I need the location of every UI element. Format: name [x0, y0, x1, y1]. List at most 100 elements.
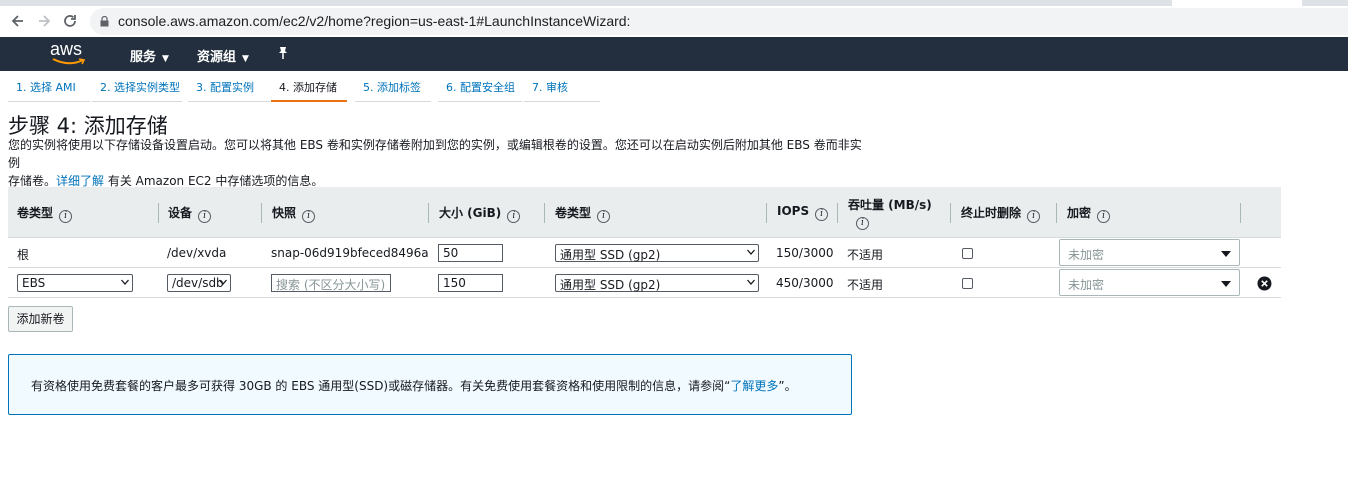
learn-more-link[interactable]: 详细了解 [56, 174, 104, 188]
chevron-down-icon: ▼ [162, 54, 169, 64]
caret-down-icon [1221, 281, 1231, 287]
tab-configure-security-group[interactable]: 6. 配置安全组 [438, 78, 522, 102]
delete-on-termination-checkbox[interactable] [962, 248, 973, 259]
table-row: EBS /dev/sdb 搜索 (不区分大小写) 150 通用型 SSD (gp… [8, 268, 1281, 298]
table-header: 卷类型 i 设备 i 快照 i 大小 (GiB) i 卷类型 i IOPS i 吞吐量 (M… [8, 187, 1281, 238]
header-snapshot: 快照 i [272, 204, 316, 223]
size-input[interactable]: 150 [438, 274, 503, 292]
services-menu[interactable]: 服务 ▼ [130, 46, 169, 65]
header-label: 吞吐量 (MB/s) [848, 198, 932, 212]
tab-add-storage[interactable]: 4. 添加存储 [271, 78, 347, 102]
info-icon[interactable]: i [856, 217, 869, 230]
header-volume-type: 卷类型 i [17, 204, 73, 223]
header-iops: IOPS i [777, 204, 829, 221]
info-icon[interactable]: i [1097, 210, 1111, 223]
column-divider [158, 203, 159, 223]
column-divider [544, 203, 545, 223]
header-label: 卷类型 [555, 206, 592, 220]
url-text: console.aws.amazon.com/ec2/v2/home?regio… [118, 13, 631, 29]
info-icon[interactable]: i [302, 210, 316, 223]
notice-end: ”。 [778, 379, 797, 393]
select-value: 通用型 SSD (gp2) [560, 248, 661, 262]
aws-logo-text: aws [50, 39, 83, 59]
description-line-1: 您的实例将使用以下存储设备设置启动。您可以将其他 EBS 卷和实例存储卷附加到您… [8, 138, 862, 170]
header-device: 设备 i [168, 204, 212, 223]
device-cell: /dev/xvda [167, 246, 227, 260]
chevron-down-icon [121, 279, 129, 285]
forward-arrow-icon[interactable] [35, 12, 53, 30]
volume-kind-select[interactable]: 通用型 SSD (gp2) [555, 274, 759, 292]
volume-type-cell: 根 [17, 248, 30, 262]
select-value: EBS [22, 276, 46, 290]
header-volume-kind: 卷类型 i [555, 204, 611, 223]
column-divider [950, 203, 951, 223]
tab-choose-instance-type[interactable]: 2. 选择实例类型 [92, 78, 182, 102]
tab-choose-ami[interactable]: 1. 选择 AMI [8, 78, 90, 102]
header-delete-on-termination: 终止时删除 i [961, 204, 1041, 223]
info-icon[interactable]: i [815, 208, 829, 221]
info-icon[interactable]: i [597, 210, 611, 223]
aws-logo[interactable]: aws [50, 39, 90, 67]
services-label: 服务 [130, 50, 157, 65]
device-select[interactable]: /dev/sdb [167, 274, 231, 292]
header-label: 终止时删除 [961, 206, 1022, 220]
header-label: 快照 [272, 206, 297, 220]
page-description: 您的实例将使用以下存储设备设置启动。您可以将其他 EBS 卷和实例存储卷附加到您… [8, 136, 868, 190]
resource-groups-menu[interactable]: 资源组 ▼ [197, 46, 249, 65]
column-divider [428, 203, 429, 223]
info-icon[interactable]: i [59, 210, 73, 223]
header-label: 设备 [168, 206, 193, 220]
tab-add-tags[interactable]: 5. 添加标签 [355, 78, 431, 102]
column-divider [837, 203, 838, 223]
size-input[interactable]: 50 [438, 244, 503, 262]
chevron-down-icon [747, 279, 755, 285]
select-value: 未加密 [1068, 278, 1105, 292]
header-label: IOPS [777, 204, 810, 218]
reload-icon[interactable] [61, 12, 79, 30]
browser-toolbar: console.aws.amazon.com/ec2/v2/home?regio… [0, 6, 1348, 37]
column-divider [261, 203, 262, 223]
back-arrow-icon[interactable] [9, 12, 27, 30]
description-suffix: 有关 Amazon EC2 中存储选项的信息。 [104, 174, 324, 188]
pin-icon[interactable] [277, 46, 289, 60]
info-icon[interactable]: i [507, 210, 521, 223]
header-encryption: 加密 i [1067, 204, 1111, 223]
info-icon[interactable]: i [1027, 210, 1041, 223]
info-icon[interactable]: i [198, 210, 212, 223]
free-tier-notice: 有资格使用免费套餐的客户最多可获得 30GB 的 EBS 通用型(SSD)或磁存… [8, 354, 852, 415]
column-divider [766, 203, 767, 223]
volume-type-select[interactable]: EBS [17, 274, 133, 292]
column-divider [1240, 203, 1241, 223]
iops-cell: 150/3000 [776, 246, 834, 260]
tab-configure-instance[interactable]: 3. 配置实例 [188, 78, 270, 102]
chevron-down-icon [747, 249, 755, 255]
resource-groups-label: 资源组 [197, 50, 237, 65]
tab-review[interactable]: 7. 审核 [524, 78, 600, 102]
throughput-cell: 不适用 [847, 248, 884, 262]
snapshot-cell: snap-06d919bfeced8496a [271, 246, 429, 260]
iops-cell: 450/3000 [776, 276, 834, 290]
learn-more-link[interactable]: 了解更多 [730, 379, 778, 393]
delete-on-termination-checkbox[interactable] [962, 278, 973, 289]
table-row: 根 /dev/xvda snap-06d919bfeced8496a 50 通用… [8, 238, 1281, 268]
add-new-volume-button[interactable]: 添加新卷 [8, 306, 73, 332]
select-value: 通用型 SSD (gp2) [560, 278, 661, 292]
volume-kind-select[interactable]: 通用型 SSD (gp2) [555, 244, 759, 262]
select-value: 未加密 [1068, 248, 1105, 262]
caret-down-icon [1221, 251, 1231, 257]
header-size: 大小 (GiB) i [439, 204, 521, 223]
header-throughput: 吞吐量 (MB/s) i [848, 196, 932, 230]
notice-text: 有资格使用免费套餐的客户最多可获得 30GB 的 EBS 通用型(SSD)或磁存… [31, 377, 797, 394]
remove-volume-icon[interactable] [1257, 276, 1272, 291]
header-label: 卷类型 [17, 206, 54, 220]
chevron-down-icon: ▼ [242, 54, 249, 64]
column-divider [1056, 203, 1057, 223]
chevron-down-icon [219, 279, 227, 285]
snapshot-search-input[interactable]: 搜索 (不区分大小写) [271, 274, 391, 292]
select-value: /dev/sdb [172, 276, 224, 290]
encryption-select[interactable]: 未加密 [1059, 239, 1240, 266]
encryption-select[interactable]: 未加密 [1059, 269, 1240, 296]
aws-console-header: aws 服务 ▼ 资源组 ▼ [0, 37, 1348, 71]
address-bar[interactable]: console.aws.amazon.com/ec2/v2/home?regio… [90, 8, 1348, 35]
notice-body: 有资格使用免费套餐的客户最多可获得 30GB 的 EBS 通用型(SSD)或磁存… [31, 379, 731, 393]
